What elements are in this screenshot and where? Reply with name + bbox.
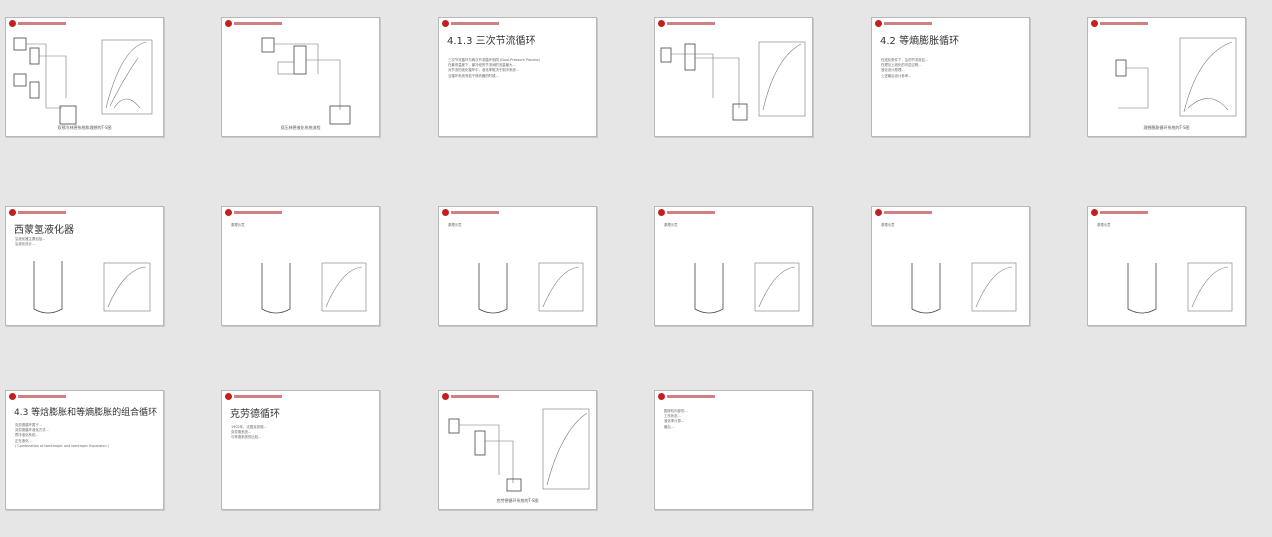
liquefier-diagram [33, 261, 151, 314]
slide-thumbnail-12[interactable]: 原理示意 [1087, 206, 1246, 326]
slide-body-text: 膨胀机内部的... 工作状态... 液化率计算... 最后... [664, 409, 688, 429]
schematic-diagram [1115, 37, 1237, 117]
slide-thumbnail-3[interactable]: 4.1.3 三次节流循环 三次节流循环与两次节流循环相同 (Dual-Press… [438, 17, 597, 137]
liquefier-diagram [911, 262, 1017, 314]
school-logo [442, 20, 502, 28]
slide-caption: 双压林德液化系统流程 [280, 125, 321, 130]
slide-thumbnail-14[interactable]: 克劳德循环 1902年，法国克劳德... 克劳德系统... 与林德系统的比较..… [221, 390, 380, 510]
slide-body-text: 三次节流循环与两次节流循环相同 (Dual-Pressure Process) … [448, 58, 541, 78]
slide-thumbnail-9[interactable]: 原理示意 [438, 206, 597, 326]
schematic-diagram [448, 408, 590, 492]
slide-title: 克劳德循环 [230, 409, 280, 420]
liquefier-diagram [478, 262, 584, 314]
schematic-diagram [660, 41, 806, 121]
school-logo [225, 393, 285, 401]
slide-body-text: 在液化条件下，氢的节流效应... 在理论上液化的可逆过程... 液化设计原理..… [881, 58, 929, 78]
slide-thumbnail-2[interactable]: 双压林德液化系统流程 [221, 17, 380, 137]
school-logo [875, 20, 935, 28]
slide-caption: 双预冷林德系统和理想的T-S图 [57, 125, 112, 130]
liquefier-diagram [1127, 262, 1233, 314]
school-logo [9, 393, 69, 401]
slide-thumbnail-8[interactable]: 原理示意 [221, 206, 380, 326]
slide-thumbnail-7[interactable]: 西蒙氢液化器 氢液化器主要包括... 氢液化设计... [5, 206, 164, 326]
slide-caption: 理想膨胀循环系统的T-S图 [1143, 125, 1190, 130]
slide-thumbnail-4[interactable] [654, 17, 813, 137]
slide-thumbnail-6[interactable]: 理想膨胀循环系统的T-S图 [1087, 17, 1246, 137]
school-logo [658, 393, 718, 401]
liquefier-diagram [694, 262, 800, 314]
slide-thumbnail-15[interactable]: 克劳德循环系统的T-S图 [438, 390, 597, 510]
slide-title: 4.2 等熵膨胀循环 [880, 36, 960, 47]
slide-body-text: 克劳德循环属于... 克劳德循环液化方式... 预冷液化系统... 正在液化..… [15, 423, 109, 448]
slide-title: 4.3 等焓膨胀和等熵膨胀的组合循环 [14, 408, 158, 418]
slide-thumbnail-16[interactable]: 膨胀机内部的... 工作状态... 液化率计算... 最后... [654, 390, 813, 510]
slide-title: 4.1.3 三次节流循环 [447, 36, 536, 47]
liquefier-diagram [261, 262, 367, 314]
slide-thumbnail-11[interactable]: 原理示意 [871, 206, 1030, 326]
slide-thumbnail-1[interactable]: 双预冷林德系统和理想的T-S图 [5, 17, 164, 137]
slide-thumbnail-10[interactable]: 原理示意 [654, 206, 813, 326]
slide-thumbnail-5[interactable]: 4.2 等熵膨胀循环 在液化条件下，氢的节流效应... 在理论上液化的可逆过程.… [871, 17, 1030, 137]
slide-caption: 克劳德循环系统的T-S图 [496, 498, 539, 503]
schematic-diagram [13, 37, 153, 125]
schematic-diagram [261, 37, 351, 125]
slide-body-text: 1902年，法国克劳德... 克劳德系统... 与林德系统的比较... [231, 425, 267, 440]
slide-thumbnail-13[interactable]: 4.3 等焓膨胀和等熵膨胀的组合循环 克劳德循环属于... 克劳德循环液化方式.… [5, 390, 164, 510]
